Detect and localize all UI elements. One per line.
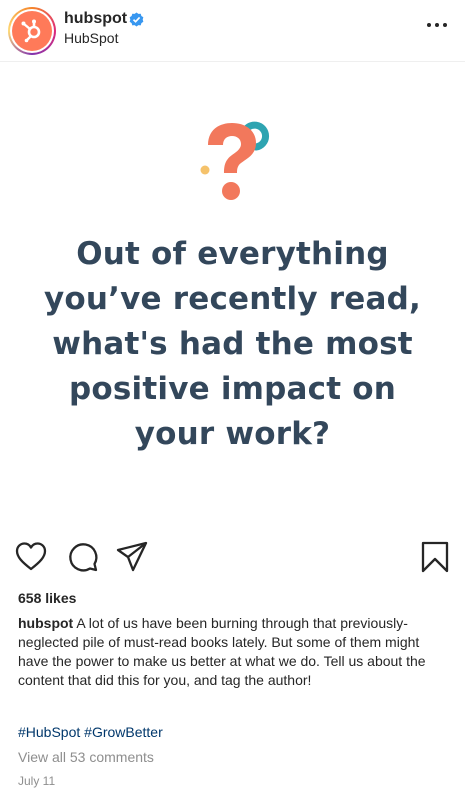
- caption: hubspot A lot of us have been burning th…: [18, 614, 450, 690]
- question-line: positive impact on: [68, 371, 397, 407]
- heart-icon[interactable]: [14, 540, 48, 574]
- question-line: what's had the most: [52, 326, 413, 362]
- view-comments-link[interactable]: View all 53 comments: [18, 749, 154, 765]
- display-name: HubSpot: [64, 30, 119, 46]
- question-mark-icon: [200, 121, 270, 200]
- question-line: you’ve recently read,: [43, 281, 421, 317]
- post-date: July 11: [18, 774, 56, 788]
- action-bar: [0, 540, 465, 580]
- post-image[interactable]: Out of everything you’ve recently read, …: [0, 62, 465, 530]
- post-header: hubspot HubSpot: [0, 0, 465, 62]
- send-icon[interactable]: [115, 540, 149, 574]
- avatar[interactable]: [8, 7, 56, 55]
- verified-badge-icon: [129, 12, 144, 27]
- hashtags[interactable]: #HubSpot #GrowBetter: [18, 724, 163, 740]
- question-line: your work?: [134, 416, 331, 452]
- more-options-icon[interactable]: [427, 20, 451, 30]
- question-line: Out of everything: [76, 236, 389, 272]
- caption-author[interactable]: hubspot: [18, 615, 73, 631]
- post-question: Out of everything you’ve recently read, …: [30, 232, 435, 457]
- caption-text: A lot of us have been burning through th…: [18, 615, 426, 688]
- username[interactable]: hubspot: [64, 10, 127, 28]
- hubspot-logo-icon: [12, 11, 52, 51]
- like-count[interactable]: 658 likes: [18, 590, 76, 606]
- bookmark-icon[interactable]: [418, 540, 452, 574]
- comment-icon[interactable]: [66, 540, 100, 574]
